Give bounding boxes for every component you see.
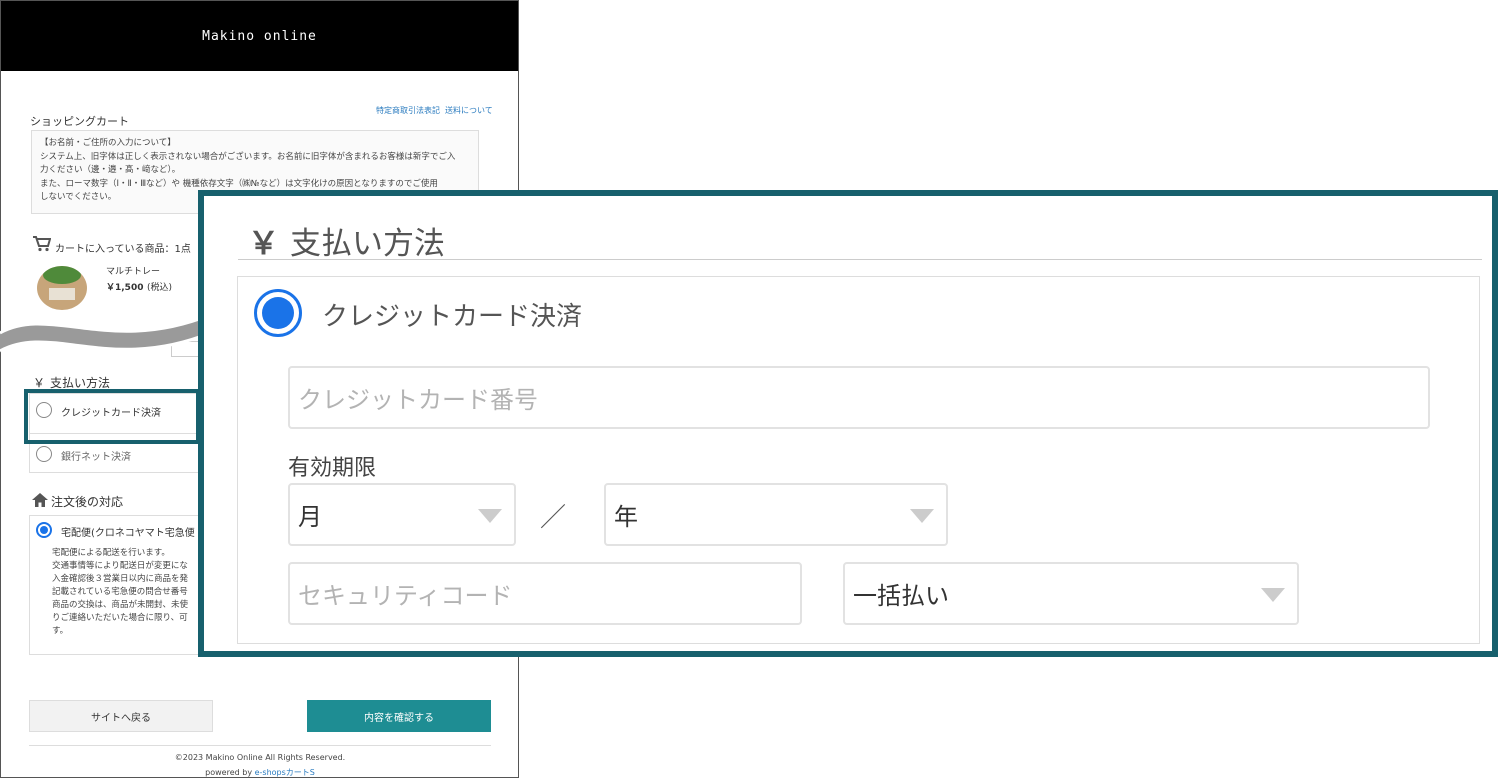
cart-icon [33,236,51,252]
brand-logo: Makino online [202,28,317,44]
chevron-down-icon [1261,588,1285,602]
confirm-order-button[interactable]: 内容を確認する [307,700,491,732]
credit-card-radio-selected[interactable] [254,289,302,337]
chevron-down-icon [910,509,934,523]
description-line: りご連絡いただいた場合に限り、可 [52,613,188,623]
yen-icon-large: ￥ [248,226,279,262]
notice-line: 【お名前・ご住所の入力について】 [40,138,176,148]
cart-count: カートに入っている商品：1点 [55,244,191,255]
description-line: 記載されている宅急便の問合せ番号 [52,587,188,597]
delivery-radio[interactable] [36,522,52,538]
month-value: 月 [298,503,322,531]
description-line: 宅配便による配送を行います。 [52,548,170,558]
notice-line: システム上、旧字体は正しく表示されない場合がございます。お名前に旧字体が含まれる… [40,151,456,162]
powered-by-prefix: powered by [205,768,255,777]
product-thumbnail [37,266,87,310]
expiry-month-select[interactable]: 月 [288,483,516,546]
expiry-label: 有効期限 [288,456,377,481]
bank-transfer-option-label: 銀行ネット決済 [61,452,131,463]
zoom-section-title: 支払い方法 [290,226,445,262]
expiry-year-select[interactable]: 年 [604,483,948,546]
notice-line: また、ローマ数字（Ⅰ・Ⅱ・Ⅲなど）や 機種依存文字（㈱№など）は文字化けの原因と… [40,178,438,189]
legal-notice-link[interactable]: 特定商取引法表記 [376,105,440,116]
expiry-separator: ／ [540,503,567,533]
site-header: Makino online [1,1,518,71]
delivery-option-label: 宅配便(クロネコヤマト宅急便 [61,528,195,539]
description-line: 商品の交換は、商品が未開封、未使 [52,600,189,610]
product-tax-label: (税込) [147,283,173,293]
chevron-down-icon [478,509,502,523]
cart-title: ショッピングカート [30,115,129,128]
security-code-input[interactable]: セキュリティコード [288,562,802,625]
product-price: ￥1,500 [106,283,144,293]
notice-line: 力ください（邊・邉・髙・﨑など）。 [40,165,181,175]
description-line: 交通事情等により配送日が変更にな [52,561,188,571]
back-to-site-button[interactable]: サイトへ戻る [29,700,213,732]
payment-zoom-panel: ￥ 支払い方法 クレジットカード決済 クレジットカード番号 有効期限 月 ／ 年… [198,190,1498,657]
title-divider [238,259,1482,260]
omission-wave [0,313,210,353]
installment-value: 一括払い [853,582,949,610]
highlight-box [24,389,200,444]
delivery-description: 宅配便による配送を行います。 交通事情等により配送日が変更にな 入金確認後３営業… [52,547,198,638]
powered-by: powered by e-shopsカートS [29,767,491,777]
bank-transfer-radio[interactable] [36,446,52,462]
credit-card-option-label-large: クレジットカード決済 [322,302,583,332]
shipping-section-title: 注文後の対応 [51,495,124,509]
description-line: す。 [52,626,69,636]
footer-divider [29,745,491,746]
description-line: 入金確認後３営業日以内に商品を発 [52,574,189,584]
card-number-input[interactable]: クレジットカード番号 [288,366,1430,429]
product-name: マルチトレー [106,267,161,277]
eshops-cart-link[interactable]: e-shopsカートS [255,768,315,777]
copyright: ©2023 Makino Online All Rights Reserved. [174,753,346,762]
shipping-info-link[interactable]: 送料について [445,105,493,116]
credit-card-form: クレジットカード決済 クレジットカード番号 有効期限 月 ／ 年 セキュリティコ… [237,276,1480,644]
year-value: 年 [614,503,638,531]
home-icon [32,493,48,507]
installment-select[interactable]: 一括払い [843,562,1299,625]
